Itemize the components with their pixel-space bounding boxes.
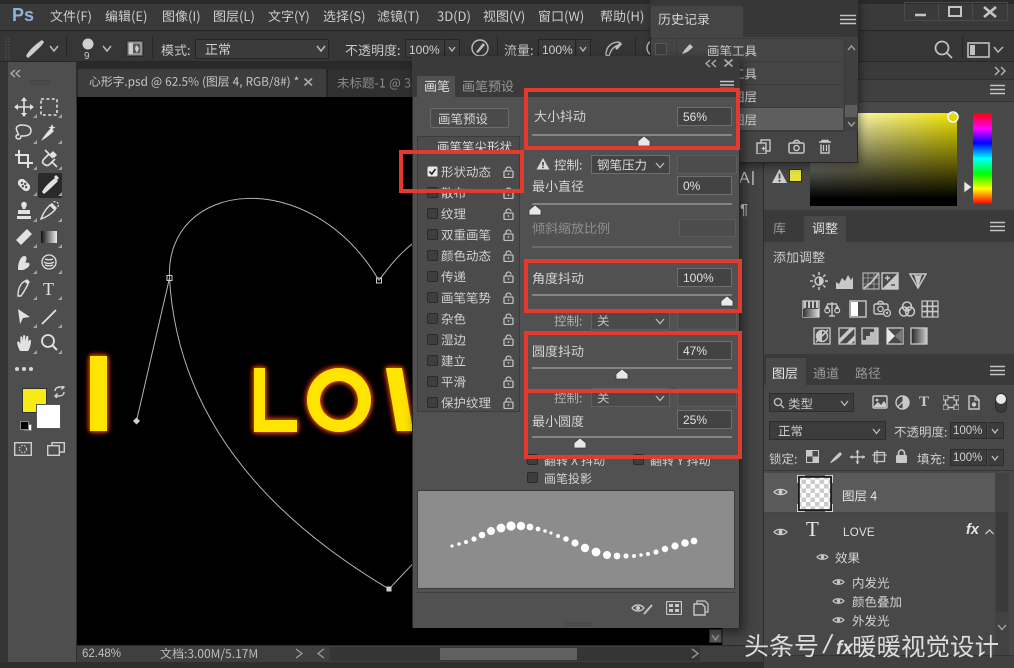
svg-text:T: T — [43, 279, 54, 299]
